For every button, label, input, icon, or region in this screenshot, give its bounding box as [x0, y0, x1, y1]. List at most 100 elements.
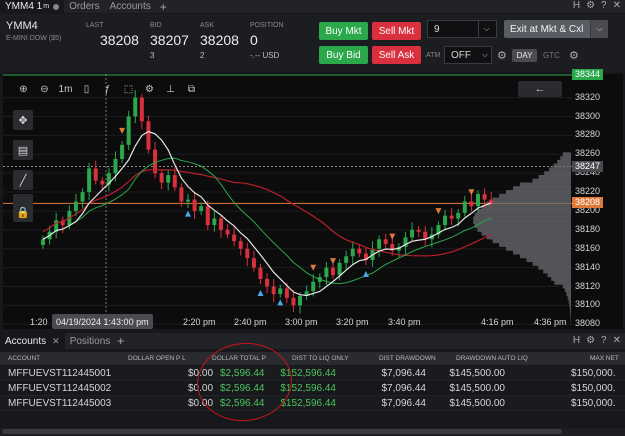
- atm-gear-icon[interactable]: ⚙: [497, 49, 507, 62]
- settings-gear-icon[interactable]: ⚙: [586, 0, 595, 11]
- sell-signal-marker: [119, 127, 126, 134]
- table-row[interactable]: MFFUEVST112445001 $0.00 $2,596.44 $152,596.…: [0, 366, 625, 381]
- zoom-out-icon[interactable]: ⊖: [36, 82, 53, 97]
- timeframe-button[interactable]: 1m: [57, 82, 74, 97]
- lock-tool-icon[interactable]: 🔒: [13, 202, 33, 222]
- volume-profile-bar: [506, 246, 571, 251]
- chart-settings-gear-icon[interactable]: ⚙: [141, 82, 158, 97]
- indicators-icon[interactable]: ƒ: [99, 82, 116, 97]
- candle-body: [212, 218, 217, 226]
- scrollbar-thumb[interactable]: [2, 429, 562, 434]
- volume-profile-bar: [570, 314, 571, 319]
- col-max-net[interactable]: MAX NET: [590, 355, 619, 362]
- price-tick-label: 38280: [575, 129, 601, 140]
- candle-body: [416, 229, 421, 232]
- add-tab-icon[interactable]: +: [160, 0, 167, 14]
- candle-body: [383, 239, 388, 244]
- volume-profile-bar: [570, 310, 571, 315]
- price-tick-label: 38160: [575, 242, 601, 253]
- volume-profile-bar: [519, 254, 571, 259]
- zoom-in-icon[interactable]: ⊕: [15, 82, 32, 97]
- bid-label: BID: [150, 22, 162, 29]
- tif-day-button[interactable]: DAY: [512, 49, 537, 62]
- order-gear-icon[interactable]: ⚙: [569, 49, 579, 62]
- notes-tool-icon[interactable]: ▤: [13, 140, 33, 160]
- volume-profile-bar: [560, 156, 571, 161]
- add-panel-tab-icon[interactable]: +: [117, 334, 124, 348]
- time-tick-label: 2:20 pm: [183, 317, 216, 327]
- draw-level-icon[interactable]: ⊥: [162, 82, 179, 97]
- sell-mkt-button[interactable]: Sell Mkt: [372, 22, 421, 40]
- table-row[interactable]: MFFUEVST112445002 $0.00 $2,596.44 $152,596.…: [0, 381, 625, 396]
- candle-body: [185, 199, 190, 202]
- candle-body: [462, 201, 467, 213]
- panel-tab-positions[interactable]: Positions: [65, 333, 116, 349]
- crosshair-tool-icon[interactable]: ✥: [13, 110, 33, 130]
- price-tick-label: 38320: [575, 91, 601, 102]
- col-dist-to-liq[interactable]: DIST TO LIQ ONLY: [292, 355, 349, 362]
- chart-canvas[interactable]: [3, 74, 623, 329]
- table-cell-max-net: $150,000.: [571, 383, 616, 394]
- candle-type-icon[interactable]: ▯: [78, 82, 95, 97]
- candle-body: [41, 239, 45, 245]
- price-marker-last: 38208: [572, 197, 604, 209]
- candle-body: [475, 193, 480, 207]
- tif-gtc-button[interactable]: GTC: [539, 49, 564, 62]
- time-tick-label: 4:36 pm: [534, 317, 567, 327]
- window-tab-bar: YMM4 1 m Orders Accounts + H ⚙ ? ✕: [0, 0, 625, 14]
- candle-body: [449, 215, 454, 219]
- menu-icon[interactable]: H: [573, 0, 580, 11]
- tab-accounts[interactable]: Accounts: [105, 0, 156, 13]
- col-drawdown-auto-liq[interactable]: DRAWDOWN AUTO LIQ: [456, 355, 528, 362]
- col-account[interactable]: ACCOUNT: [8, 355, 40, 362]
- symbol-info[interactable]: YMM4 E-MINI DOW ($5): [6, 20, 61, 42]
- price-chart[interactable]: ⊕ ⊖ 1m ▯ ƒ ⬚ ⚙ ⊥ ⧉ ← ✥ ▤ ╱ ▭ 🔒: [3, 74, 623, 329]
- sell-ask-button[interactable]: Sell Ask: [372, 46, 421, 64]
- panel-menu-icon[interactable]: H: [573, 335, 580, 346]
- horizontal-scrollbar[interactable]: [0, 428, 625, 436]
- candle-body: [199, 206, 204, 211]
- panel-help-icon[interactable]: ?: [601, 335, 607, 346]
- symbol-name: YMM4: [6, 20, 38, 32]
- buy-mkt-button[interactable]: Buy Mkt: [319, 22, 368, 40]
- last-label: LAST: [86, 22, 104, 29]
- price-tick-label: 38120: [575, 280, 601, 291]
- table-cell-account: MFFUEVST112445002: [8, 383, 112, 394]
- chevron-down-icon[interactable]: ⌵: [478, 21, 494, 37]
- atm-select[interactable]: OFF ⌵: [444, 46, 492, 64]
- tab-orders[interactable]: Orders: [64, 0, 105, 13]
- quantity-input[interactable]: 9 ⌵: [427, 20, 497, 38]
- select-area-icon[interactable]: ⬚: [120, 82, 137, 97]
- tab-orders-label: Orders: [69, 1, 100, 12]
- candle-body: [192, 199, 197, 211]
- panel-tab-accounts[interactable]: Accounts ✕: [0, 333, 65, 349]
- atm-label: ATM: [426, 52, 441, 59]
- volume-profile-bar: [532, 178, 571, 183]
- last-value: 38208: [100, 32, 139, 48]
- time-tick-label: 2:40 pm: [234, 317, 267, 327]
- close-tab-icon[interactable]: ✕: [52, 336, 60, 347]
- volume-profile-bar: [544, 171, 571, 176]
- panel-close-icon[interactable]: ✕: [613, 335, 621, 346]
- volume-profile-bar: [538, 174, 571, 179]
- tab-chart-label: YMM4 1: [5, 1, 43, 12]
- exit-dropdown-chevron-icon[interactable]: ⌵: [590, 20, 608, 38]
- buy-bid-button[interactable]: Buy Bid: [319, 46, 368, 64]
- col-dollar-total-pl[interactable]: DOLLAR TOTAL P: [212, 355, 266, 362]
- help-icon[interactable]: ?: [601, 0, 607, 11]
- candle-body: [377, 239, 382, 249]
- candle-body: [330, 267, 335, 276]
- table-row[interactable]: MFFUEVST112445003 $0.00 $2,596.44 $152,596.…: [0, 396, 625, 411]
- tab-chart[interactable]: YMM4 1 m: [0, 0, 65, 13]
- candle-body: [251, 258, 256, 268]
- col-dollar-open-pl[interactable]: DOLLAR OPEN P L: [128, 355, 186, 362]
- col-dist-drawdown[interactable]: DIST DRAWDOWN: [379, 355, 436, 362]
- panel-gear-icon[interactable]: ⚙: [586, 335, 595, 346]
- close-icon[interactable]: ✕: [613, 0, 621, 11]
- scroll-to-latest-icon[interactable]: ←: [518, 81, 562, 97]
- atm-value: OFF: [451, 49, 471, 61]
- templates-icon[interactable]: ⧉: [183, 82, 200, 97]
- table-cell-open-pl: $0.00: [188, 398, 214, 409]
- trendline-tool-icon[interactable]: ╱: [13, 170, 33, 190]
- fast-moving-average: [42, 130, 492, 297]
